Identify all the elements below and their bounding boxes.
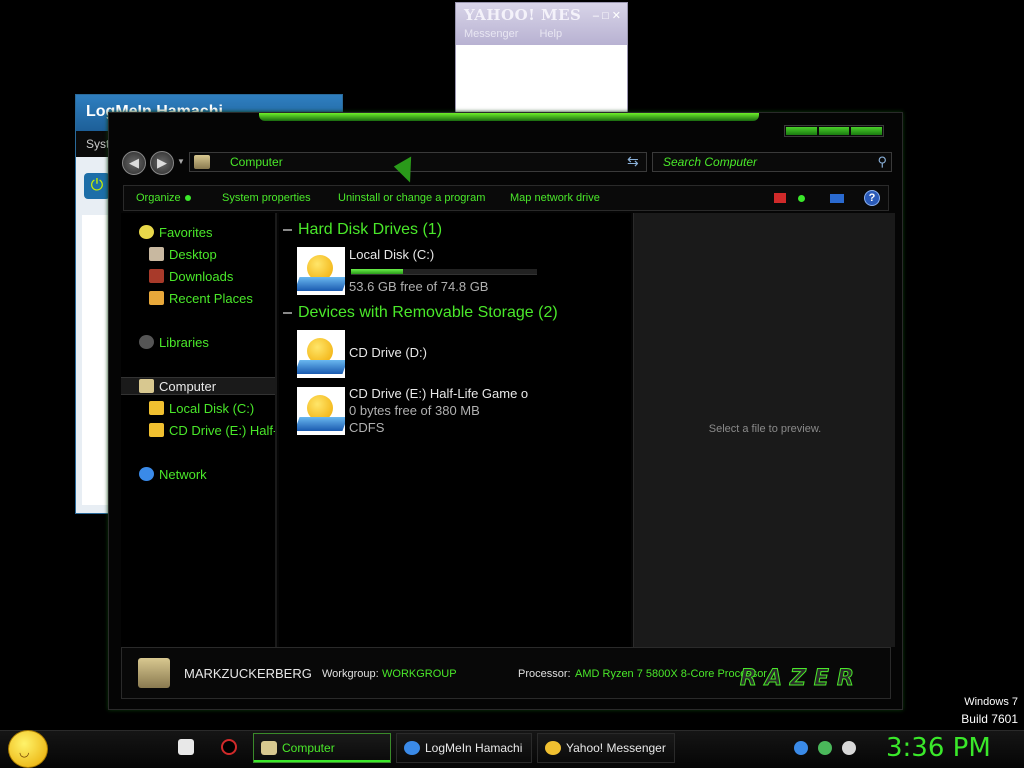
processor-label: Processor: [518,668,571,680]
forward-button[interactable]: ▶ [150,151,174,175]
drive-c-capacity-fill [351,269,404,274]
hamachi-icon [404,741,420,755]
nav-downloads[interactable]: Downloads [169,269,233,284]
nav-libraries[interactable]: Libraries [159,335,209,350]
star-icon [139,225,154,239]
search-input[interactable]: Search Computer ⚲ [652,152,892,172]
group-hard-disks[interactable]: Hard Disk Drives (1) [283,221,442,239]
preview-message: Select a file to preview. [708,423,822,435]
search-icon[interactable]: ⚲ [877,154,887,170]
drive-c-name: Local Disk (C:) [349,247,435,262]
nav-network[interactable]: Network [159,467,207,482]
libraries-icon [139,335,154,349]
half-life-icon[interactable] [221,739,237,755]
yahoo-icon [545,741,561,755]
drive-e-icon [297,387,345,435]
nav-desktop[interactable]: Desktop [169,247,217,262]
clock[interactable]: 3:36 PM [886,733,991,763]
taskbar-yahoo[interactable]: Yahoo! Messenger [537,733,675,763]
view-dropdown-icon[interactable] [798,195,805,202]
explorer-window[interactable]: ◀ ▶ ▼ Computer ▽ ⇆ Search Computer ⚲ Org… [108,112,903,710]
computer-name: MARKZUCKERBERG [184,666,312,681]
workgroup-value: WORKGROUP [382,668,457,680]
preview-pane-icon[interactable] [830,194,844,203]
drive-d-icon [297,330,345,378]
yahoo-messenger-window[interactable]: YAHOO! MES Messenger Help – □ ✕ [455,2,628,114]
power-icon[interactable]: ⏻ [84,173,110,199]
yahoo-menu-messenger[interactable]: Messenger [464,28,518,40]
uninstall-program-button[interactable]: Uninstall or change a program [338,192,485,204]
system-properties-button[interactable]: System properties [222,192,311,204]
cd-drive-icon [149,423,164,437]
taskbar-hamachi[interactable]: LogMeIn Hamachi [396,733,532,763]
computer-icon [138,658,170,688]
history-dropdown-icon[interactable]: ▼ [177,157,185,166]
yahoo-window-controls[interactable]: – □ ✕ [593,9,621,22]
drive-c-capacity-bar [351,269,537,275]
organize-menu[interactable]: Organize [136,192,191,204]
computer-icon [261,741,277,755]
drive-d-name: CD Drive (D:) [349,345,427,360]
desktop: YAHOO! MES Messenger Help – □ ✕ LogMeIn … [0,0,1024,768]
refresh-icon[interactable]: ⇆ [627,153,639,170]
nav-favorites[interactable]: Favorites [159,225,212,240]
view-options-icon[interactable] [774,193,786,203]
drive-e-name: CD Drive (E:) Half-Life Game o [349,386,529,401]
yahoo-menu: Messenger Help [464,28,619,40]
processor-value: AMD Ryzen 7 5800X 8-Core Processor [575,668,767,680]
group-removable[interactable]: Devices with Removable Storage (2) [283,304,558,322]
close-button[interactable] [851,127,883,135]
command-bar: Organize System properties Uninstall or … [123,185,889,211]
workgroup-label: Workgroup: [322,668,379,680]
address-text: Computer [230,155,283,169]
preview-pane: Select a file to preview. [633,213,895,647]
computer-icon [194,155,210,169]
nav-local-disk[interactable]: Local Disk (C:) [169,401,254,416]
details-pane: MARKZUCKERBERG Workgroup: WORKGROUP Proc… [121,647,891,699]
search-placeholder: Search Computer [663,155,758,169]
local-disk-icon [149,401,164,415]
smiley-icon: ◡ [19,745,30,759]
drive-e-free: 0 bytes free of 380 MB [349,403,480,418]
minimize-button[interactable] [786,127,817,135]
network-icon [139,467,154,481]
map-network-drive-button[interactable]: Map network drive [510,192,600,204]
recent-places-icon [149,291,164,305]
tray-network-icon[interactable] [794,741,808,755]
yahoo-menu-help[interactable]: Help [539,28,562,40]
maximize-button[interactable] [818,127,850,135]
drive-c-icon [297,247,345,295]
window-controls[interactable] [784,125,884,137]
windows-version: Windows 7 [964,696,1018,708]
nav-recent-places[interactable]: Recent Places [169,291,253,306]
drive-e-filesystem: CDFS [349,420,385,435]
yahoo-titlebar[interactable]: YAHOO! MES Messenger Help – □ ✕ [456,3,627,45]
help-icon[interactable]: ? [864,190,880,206]
build-number: Build 7601 [961,712,1018,726]
razer-logo: RAZER [740,666,862,692]
title-glow [259,113,759,121]
windows-build-watermark: Windows 7 Build 7601 [961,694,1018,728]
navigation-pane: Favorites Desktop Downloads Recent Place… [121,213,277,647]
nav-computer[interactable]: Computer [159,379,216,394]
back-button[interactable]: ◀ [122,151,146,175]
start-button[interactable]: ◡ [8,730,48,768]
desktop-icon [149,247,164,261]
computer-icon [139,379,154,393]
drive-c-free: 53.6 GB free of 74.8 GB [349,279,489,294]
quicklaunch-explorer-icon[interactable] [178,739,194,755]
downloads-icon [149,269,164,283]
content-pane: Hard Disk Drives (1) Local Disk (C:) 53.… [279,213,631,647]
taskbar-computer[interactable]: Computer [253,733,391,763]
nav-cd-drive-e[interactable]: CD Drive (E:) Half- [169,423,275,438]
tray-sync-icon[interactable] [818,741,832,755]
tray-messenger-icon[interactable] [842,741,856,755]
